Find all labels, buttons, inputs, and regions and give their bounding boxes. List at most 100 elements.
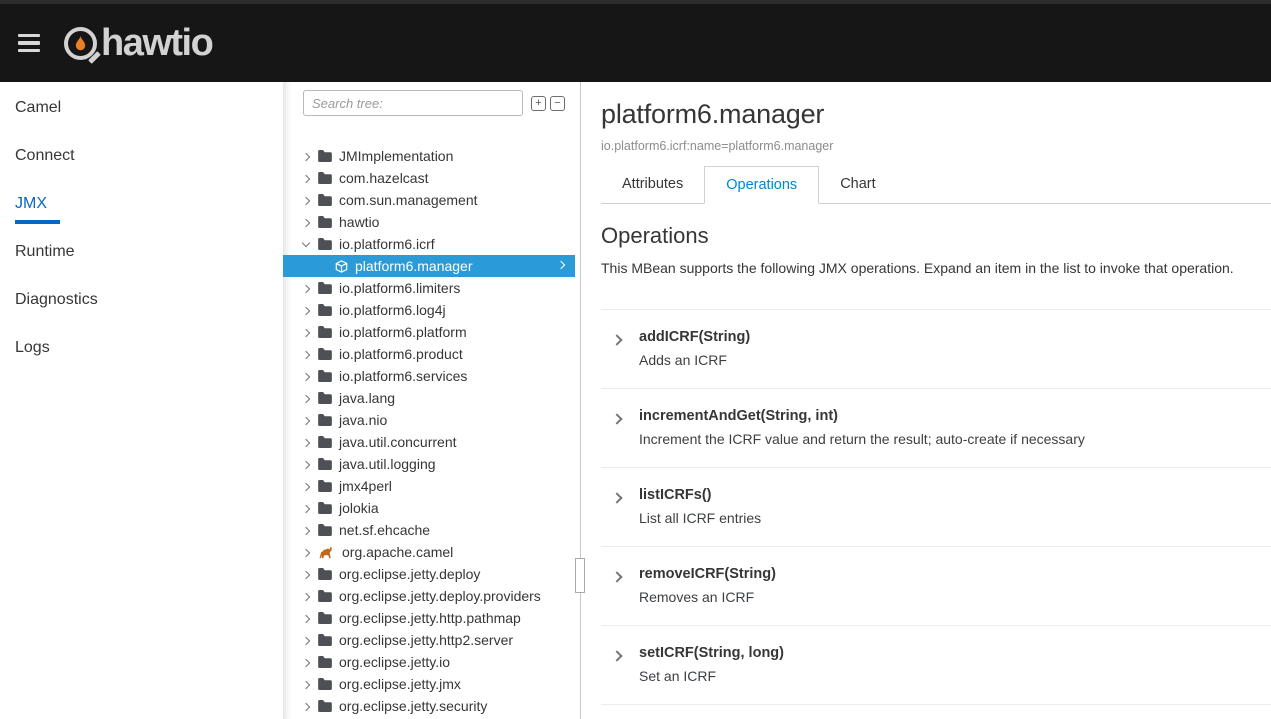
chevron-right-icon[interactable] <box>302 680 310 688</box>
tab-operations[interactable]: Operations <box>704 166 819 204</box>
tree-item-label: jolokia <box>339 500 379 516</box>
tree-item-org.eclipse.jetty.http2.server[interactable]: org.eclipse.jetty.http2.server <box>283 629 580 651</box>
tree-item-label: org.apache.camel <box>342 544 453 560</box>
folder-icon <box>318 480 332 492</box>
tree-toolbar: + − <box>283 82 580 116</box>
tree-search-input[interactable] <box>303 90 523 116</box>
tree-item-org.eclipse.jetty.jmx[interactable]: org.eclipse.jetty.jmx <box>283 673 580 695</box>
tree-item-io.platform6.limiters[interactable]: io.platform6.limiters <box>283 277 580 299</box>
tree-item-label: JMImplementation <box>339 148 453 164</box>
chevron-right-icon[interactable] <box>302 548 310 556</box>
tree-item-io.platform6.product[interactable]: io.platform6.product <box>283 343 580 365</box>
operation-row[interactable]: setICRF(String, long)Set an ICRF <box>601 625 1271 705</box>
operation-row[interactable]: listICRFs()List all ICRF entries <box>601 467 1271 546</box>
tree-item-jmx4perl[interactable]: jmx4perl <box>283 475 580 497</box>
tree-item-org.eclipse.jetty.http.pathmap[interactable]: org.eclipse.jetty.http.pathmap <box>283 607 580 629</box>
chevron-right-icon[interactable] <box>302 306 310 314</box>
sidebar-item-camel[interactable]: Camel <box>0 84 283 132</box>
chevron-right-icon[interactable] <box>611 650 622 661</box>
folder-icon <box>318 700 332 712</box>
chevron-right-icon[interactable] <box>302 372 310 380</box>
chevron-right-icon[interactable] <box>302 416 310 424</box>
operation-description: Removes an ICRF <box>639 589 776 605</box>
chevron-right-icon[interactable] <box>302 614 310 622</box>
tree-item-label: hawtio <box>339 214 379 230</box>
sidebar-item-runtime[interactable]: Runtime <box>0 228 283 276</box>
tree-item-java.nio[interactable]: java.nio <box>283 409 580 431</box>
tree-item-org.eclipse.jetty.deploy.providers[interactable]: org.eclipse.jetty.deploy.providers <box>283 585 580 607</box>
chevron-right-icon[interactable] <box>302 438 310 446</box>
tree-item-com.hazelcast[interactable]: com.hazelcast <box>283 167 580 189</box>
tree-item-org.eclipse.jetty.security[interactable]: org.eclipse.jetty.security <box>283 695 580 717</box>
chevron-right-icon[interactable] <box>302 482 310 490</box>
tree-item-io.platform6.services[interactable]: io.platform6.services <box>283 365 580 387</box>
menu-toggle-button[interactable] <box>14 30 44 57</box>
chevron-right-icon[interactable] <box>611 413 622 424</box>
chevron-right-icon[interactable] <box>302 350 310 358</box>
tree-item-org.eclipse.jetty.io[interactable]: org.eclipse.jetty.io <box>283 651 580 673</box>
chevron-right-icon[interactable] <box>611 492 622 503</box>
sidebar-item-jmx[interactable]: JMX <box>0 180 283 228</box>
chevron-right-icon[interactable] <box>611 334 622 345</box>
tree-item-label: org.eclipse.jetty.http.pathmap <box>339 610 521 626</box>
jmx-tree-panel: + − JMImplementation com.hazelcastcom.sun… <box>283 82 581 719</box>
tree-item-java.util.logging[interactable]: java.util.logging <box>283 453 580 475</box>
chevron-right-icon[interactable] <box>302 152 310 160</box>
folder-icon <box>318 216 332 228</box>
chevron-right-icon[interactable] <box>302 636 310 644</box>
operation-name: addICRF(String) <box>639 329 750 345</box>
mbean-cube-icon <box>335 260 348 273</box>
operations-list: addICRF(String)Adds an ICRFincrementAndG… <box>601 309 1271 705</box>
chevron-right-icon[interactable] <box>302 196 310 204</box>
tree-item-jolokia[interactable]: jolokia <box>283 497 580 519</box>
tree-item-platform6.manager[interactable]: platform6.manager <box>283 255 575 277</box>
sidebar-item-connect[interactable]: Connect <box>0 132 283 180</box>
tree-item-label: io.platform6.limiters <box>339 280 460 296</box>
tree-item-label: java.nio <box>339 412 387 428</box>
chevron-right-icon[interactable] <box>302 328 310 336</box>
operation-row[interactable]: incrementAndGet(String, int)Increment th… <box>601 388 1271 467</box>
chevron-down-icon[interactable] <box>302 239 310 247</box>
chevron-right-icon[interactable] <box>302 218 310 226</box>
tree-item-org.apache.camel[interactable]: org.apache.camel <box>283 541 580 563</box>
chevron-right-icon[interactable] <box>302 174 310 182</box>
tree-item-java.util.concurrent[interactable]: java.util.concurrent <box>283 431 580 453</box>
tab-attributes[interactable]: Attributes <box>601 166 704 204</box>
chevron-right-icon[interactable] <box>302 504 310 512</box>
tree-item-java.lang[interactable]: java.lang <box>283 387 580 409</box>
operation-row[interactable]: removeICRF(String)Removes an ICRF <box>601 546 1271 625</box>
camel-icon <box>318 546 335 559</box>
chevron-right-icon[interactable] <box>302 658 310 666</box>
chevron-right-icon[interactable] <box>302 394 310 402</box>
operation-row[interactable]: addICRF(String)Adds an ICRF <box>601 309 1271 388</box>
chevron-right-icon[interactable] <box>302 702 310 710</box>
operations-description: This MBean supports the following JMX op… <box>601 260 1271 276</box>
tree-scrollbar-thumb[interactable] <box>575 558 585 593</box>
chevron-right-icon[interactable] <box>302 526 310 534</box>
tab-chart[interactable]: Chart <box>819 166 896 204</box>
sidebar-item-diagnostics[interactable]: Diagnostics <box>0 276 283 324</box>
sidebar-item-label: Logs <box>15 339 50 357</box>
tree-item-io.platform6.log4j[interactable]: io.platform6.log4j <box>283 299 580 321</box>
tree-item-org.eclipse.jetty.deploy[interactable]: org.eclipse.jetty.deploy <box>283 563 580 585</box>
top-navbar: hawtio <box>0 0 1271 82</box>
tree-item-label: java.lang <box>339 390 395 406</box>
chevron-right-icon[interactable] <box>611 571 622 582</box>
tree-item-net.sf.ehcache[interactable]: net.sf.ehcache <box>283 519 580 541</box>
expand-all-button[interactable]: + <box>531 96 546 111</box>
chevron-right-icon[interactable] <box>302 284 310 292</box>
sidebar-item-label: Diagnostics <box>15 291 98 309</box>
tree-item-label: org.eclipse.jetty.deploy.providers <box>339 588 541 604</box>
chevron-right-icon[interactable] <box>302 570 310 578</box>
operation-description: List all ICRF entries <box>639 510 761 526</box>
tree-item-com.sun.management[interactable]: com.sun.management <box>283 189 580 211</box>
collapse-all-button[interactable]: − <box>550 96 565 111</box>
tree-item-JMImplementation[interactable]: JMImplementation <box>283 145 580 167</box>
chevron-right-icon[interactable] <box>302 460 310 468</box>
sidebar-item-logs[interactable]: Logs <box>0 324 283 372</box>
tree-item-io.platform6.icrf[interactable]: io.platform6.icrf <box>283 233 580 255</box>
chevron-right-icon[interactable] <box>302 592 310 600</box>
tree-item-io.platform6.platform[interactable]: io.platform6.platform <box>283 321 580 343</box>
tree-item-hawtio[interactable]: hawtio <box>283 211 580 233</box>
tree-item-label: io.platform6.product <box>339 346 463 362</box>
